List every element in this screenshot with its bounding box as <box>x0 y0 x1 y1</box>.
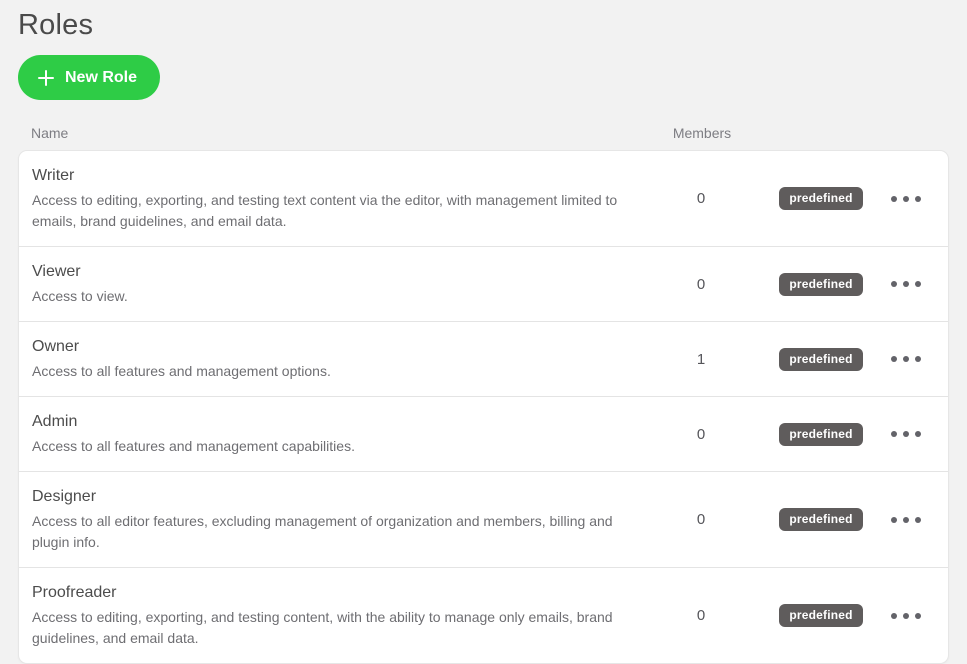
table-row[interactable]: Writer Access to editing, exporting, and… <box>19 151 948 247</box>
role-info: Writer Access to editing, exporting, and… <box>32 165 637 232</box>
new-role-button-label: New Role <box>65 69 137 87</box>
role-info: Owner Access to all features and managem… <box>32 336 637 382</box>
ellipsis-icon <box>891 613 921 619</box>
role-description: Access to editing, exporting, and testin… <box>32 190 619 232</box>
status-badge: predefined <box>779 604 862 627</box>
table-row[interactable]: Owner Access to all features and managem… <box>19 322 948 397</box>
column-header-name: Name <box>31 125 638 141</box>
role-badge-cell: predefined <box>765 423 877 446</box>
role-members-count: 0 <box>637 511 765 528</box>
role-badge-cell: predefined <box>765 187 877 210</box>
role-members-count: 0 <box>637 190 765 207</box>
status-badge: predefined <box>779 423 862 446</box>
role-description: Access to view. <box>32 286 619 307</box>
plus-icon <box>38 70 54 86</box>
role-description: Access to all features and management op… <box>32 361 619 382</box>
role-info: Proofreader Access to editing, exporting… <box>32 582 637 649</box>
status-badge: predefined <box>779 508 862 531</box>
row-actions-button[interactable] <box>877 431 935 437</box>
table-row[interactable]: Designer Access to all editor features, … <box>19 472 948 568</box>
role-badge-cell: predefined <box>765 508 877 531</box>
table-row[interactable]: Proofreader Access to editing, exporting… <box>19 568 948 663</box>
role-description: Access to all editor features, excluding… <box>32 511 619 553</box>
ellipsis-icon <box>891 517 921 523</box>
new-role-button[interactable]: New Role <box>18 55 160 100</box>
role-name: Proofreader <box>32 582 619 604</box>
role-members-count: 1 <box>637 351 765 368</box>
ellipsis-icon <box>891 196 921 202</box>
role-badge-cell: predefined <box>765 604 877 627</box>
table-column-headers: Name Members <box>18 116 949 150</box>
role-info: Viewer Access to view. <box>32 261 637 307</box>
role-badge-cell: predefined <box>765 348 877 371</box>
role-name: Writer <box>32 165 619 187</box>
role-name: Viewer <box>32 261 619 283</box>
role-description: Access to all features and management ca… <box>32 436 619 457</box>
row-actions-button[interactable] <box>877 517 935 523</box>
role-members-count: 0 <box>637 607 765 624</box>
row-actions-button[interactable] <box>877 281 935 287</box>
roles-table: Writer Access to editing, exporting, and… <box>18 150 949 664</box>
column-header-members: Members <box>638 125 766 141</box>
status-badge: predefined <box>779 348 862 371</box>
ellipsis-icon <box>891 281 921 287</box>
table-row[interactable]: Viewer Access to view. 0 predefined <box>19 247 948 322</box>
ellipsis-icon <box>891 356 921 362</box>
role-members-count: 0 <box>637 276 765 293</box>
page-title: Roles <box>18 0 949 45</box>
role-badge-cell: predefined <box>765 273 877 296</box>
role-name: Admin <box>32 411 619 433</box>
role-name: Owner <box>32 336 619 358</box>
ellipsis-icon <box>891 431 921 437</box>
status-badge: predefined <box>779 187 862 210</box>
row-actions-button[interactable] <box>877 356 935 362</box>
status-badge: predefined <box>779 273 862 296</box>
row-actions-button[interactable] <box>877 196 935 202</box>
role-description: Access to editing, exporting, and testin… <box>32 607 619 649</box>
role-members-count: 0 <box>637 426 765 443</box>
role-info: Designer Access to all editor features, … <box>32 486 637 553</box>
table-row[interactable]: Admin Access to all features and managem… <box>19 397 948 472</box>
roles-page: Roles New Role Name Members Writer Acces… <box>0 0 967 659</box>
role-info: Admin Access to all features and managem… <box>32 411 637 457</box>
row-actions-button[interactable] <box>877 613 935 619</box>
role-name: Designer <box>32 486 619 508</box>
